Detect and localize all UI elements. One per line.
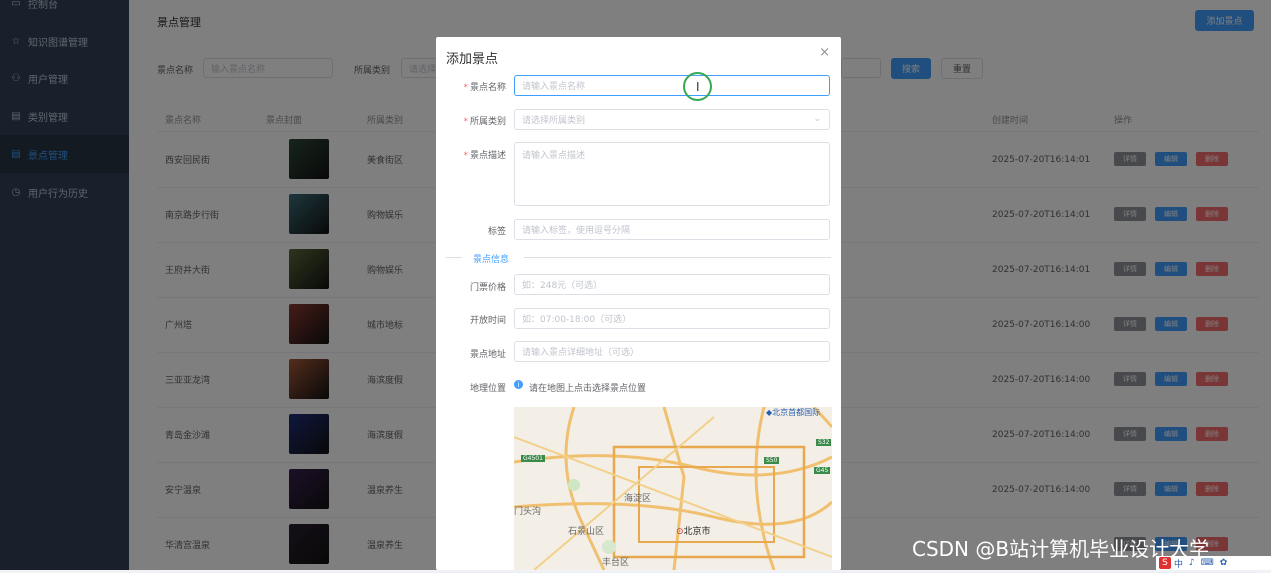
name-label: * 景点名称: [463, 83, 506, 93]
map-label-haidian: 海淀区: [624, 494, 652, 504]
map-roads: [514, 407, 832, 570]
map-road-s32: S32: [816, 439, 832, 446]
map-label-shijingshan: 石景山区: [568, 527, 605, 537]
description-label: * 景点描述: [463, 151, 506, 161]
section-title: 景点信息: [473, 255, 510, 265]
section-divider-right: [524, 257, 831, 258]
text-cursor-icon: I: [696, 80, 700, 94]
map-label-fengtai: 丰台区: [602, 558, 630, 568]
price-input[interactable]: 如：248元（可选）: [514, 274, 830, 295]
ime-tray: S 中 ♪ ⌨ ✿: [1156, 556, 1271, 570]
hours-input[interactable]: 如：07:00-18:00（可选）: [514, 308, 830, 329]
name-input[interactable]: 请输入景点名称: [514, 75, 830, 96]
tags-label: 标签: [487, 227, 506, 237]
address-label: 景点地址: [469, 350, 506, 360]
skin-icon[interactable]: ✿: [1220, 558, 1228, 568]
info-icon: i: [514, 380, 523, 389]
map-city-dot-icon: ⊙: [676, 527, 684, 537]
close-icon[interactable]: ×: [819, 45, 830, 60]
tags-input[interactable]: 请输入标签，使用逗号分隔: [514, 219, 830, 240]
map-view[interactable]: ◆北京首都国际 G4501 S32 S50 G45 海淀区 ⊙北京市 石景山区 …: [514, 407, 832, 570]
category-label: * 所属类别: [463, 117, 506, 127]
map-label-mentougou: 门头沟: [514, 507, 542, 517]
map-label-airport: ◆北京首都国际: [766, 408, 821, 417]
description-textarea[interactable]: 请输入景点描述: [514, 142, 830, 206]
ime-logo-icon: S: [1159, 557, 1171, 569]
ime-mode-label[interactable]: 中: [1174, 557, 1183, 570]
location-hint: 请在地图上点击选择景点位置: [529, 384, 647, 394]
category-select-placeholder: 请选择所属类别: [522, 116, 586, 126]
map-road-s50: S50: [764, 457, 780, 464]
map-label-beijing: ⊙北京市: [676, 527, 711, 537]
map-road-g45: G45: [814, 467, 831, 474]
address-input[interactable]: 请输入景点详细地址（可选）: [514, 341, 830, 362]
chevron-down-icon: ⌄: [813, 114, 821, 124]
category-select[interactable]: 请选择所属类别 ⌄: [514, 109, 830, 130]
location-label: 地理位置: [469, 384, 506, 394]
add-attraction-dialog: 添加景点 × * 景点名称 请输入景点名称 * 所属类别 请选择所属类别 ⌄ * 景点…: [436, 37, 841, 570]
section-divider-left: [446, 257, 462, 258]
price-label: 门票价格: [469, 283, 506, 293]
dialog-title: 添加景点: [446, 52, 499, 67]
hours-label: 开放时间: [469, 316, 506, 326]
keyboard-icon[interactable]: ⌨: [1201, 558, 1214, 568]
microphone-icon[interactable]: ♪: [1189, 558, 1195, 568]
map-road-g4501: G4501: [521, 455, 545, 462]
